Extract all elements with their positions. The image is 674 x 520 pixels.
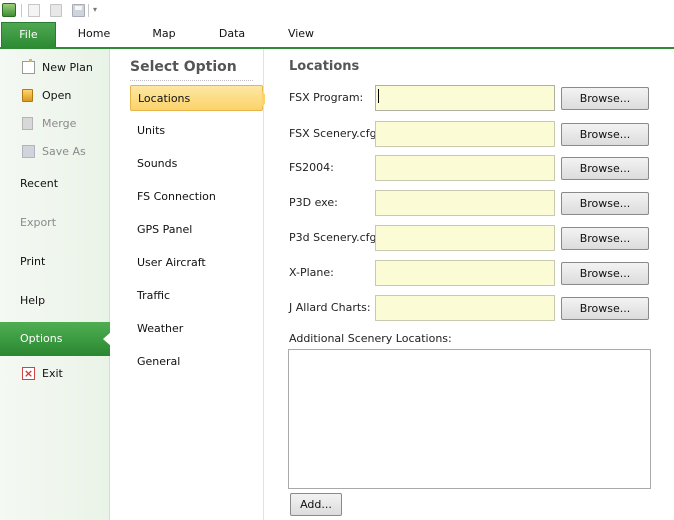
option-gps-panel[interactable]: GPS Panel (130, 217, 263, 243)
fsx-program-label: FSX Program: (289, 91, 364, 104)
panel-title: Locations (289, 59, 360, 74)
p3d-exe-browse-button[interactable]: Browse... (561, 192, 649, 215)
j-allard-charts-row: J Allard Charts: Browse... (289, 295, 659, 321)
options-button[interactable]: Options (0, 322, 111, 356)
x-plane-browse-button[interactable]: Browse... (561, 262, 649, 285)
add-button[interactable]: Add... (290, 493, 342, 516)
fsx-scenery-label: FSX Scenery.cfg: (289, 127, 381, 140)
backstage-menu: New Plan Open Merge Save As Recent Expor… (0, 49, 111, 520)
option-user-aircraft[interactable]: User Aircraft (130, 250, 263, 276)
option-traffic[interactable]: Traffic (130, 283, 263, 309)
tab-view[interactable]: View (284, 22, 318, 48)
print-label: Print (20, 255, 46, 268)
merge-icon (22, 117, 33, 130)
j-allard-charts-label: J Allard Charts: (289, 301, 371, 314)
new-plan-button[interactable]: New Plan (0, 55, 110, 81)
open-button[interactable]: Open (0, 83, 110, 109)
fsx-program-row: FSX Program: Browse... (289, 85, 659, 111)
j-allard-charts-field[interactable] (375, 295, 555, 321)
option-sounds[interactable]: Sounds (130, 151, 263, 177)
open-folder-icon (22, 89, 33, 102)
tab-home[interactable]: Home (74, 22, 114, 48)
new-plan-label: New Plan (42, 61, 93, 74)
export-label: Export (20, 216, 57, 229)
open-label: Open (42, 89, 72, 102)
p3d-scenery-label: P3d Scenery.cfg: (289, 231, 381, 244)
locations-panel: Locations FSX Program: Browse... FSX Sce… (265, 49, 674, 520)
merge-button[interactable]: Merge (0, 111, 110, 137)
save-as-label: Save As (42, 145, 86, 158)
exit-button[interactable]: × Exit (0, 361, 110, 387)
app-logo-icon (2, 3, 16, 17)
help-button[interactable]: Help (0, 288, 110, 314)
additional-scenery-label: Additional Scenery Locations: (289, 332, 452, 345)
quick-access-toolbar: ▾ (0, 0, 674, 22)
recent-label: Recent (20, 177, 59, 190)
ribbon-tabs: File Home Map Data View (0, 22, 674, 49)
help-label: Help (20, 294, 46, 307)
divider (130, 80, 253, 81)
toolbar-separator (88, 4, 89, 17)
text-cursor (378, 89, 379, 103)
print-button[interactable]: Print (0, 249, 110, 275)
save-as-button[interactable]: Save As (0, 139, 110, 165)
tab-file[interactable]: File (1, 22, 56, 48)
select-option-panel: Select Option Locations Units Sounds FS … (111, 49, 269, 520)
customize-toolbar-chevron-down-icon[interactable]: ▾ (93, 6, 101, 14)
fs2004-browse-button[interactable]: Browse... (561, 157, 649, 180)
p3d-scenery-browse-button[interactable]: Browse... (561, 227, 649, 250)
save-as-icon (22, 145, 35, 158)
options-label: Options (20, 332, 63, 345)
close-icon: × (22, 367, 35, 380)
p3d-exe-row: P3D exe: Browse... (289, 190, 659, 216)
option-general[interactable]: General (130, 349, 263, 375)
open-icon[interactable] (50, 4, 62, 17)
fs2004-field[interactable] (375, 155, 555, 181)
j-allard-charts-browse-button[interactable]: Browse... (561, 297, 649, 320)
export-button[interactable]: Export (0, 210, 110, 236)
new-document-icon[interactable] (28, 4, 40, 17)
fs2004-label: FS2004: (289, 161, 334, 174)
fsx-program-field[interactable] (375, 85, 555, 111)
fsx-program-browse-button[interactable]: Browse... (561, 87, 649, 110)
p3d-scenery-field[interactable] (375, 225, 555, 251)
select-option-title: Select Option (130, 59, 237, 75)
fs2004-row: FS2004: Browse... (289, 155, 659, 181)
save-icon[interactable] (72, 4, 85, 17)
additional-scenery-list[interactable] (288, 349, 651, 489)
fsx-scenery-browse-button[interactable]: Browse... (561, 123, 649, 146)
exit-label: Exit (42, 367, 63, 380)
recent-button[interactable]: Recent (0, 171, 110, 197)
tab-map[interactable]: Map (148, 22, 180, 48)
option-locations[interactable]: Locations (130, 85, 269, 111)
x-plane-field[interactable] (375, 260, 555, 286)
option-weather[interactable]: Weather (130, 316, 263, 342)
tab-data[interactable]: Data (215, 22, 249, 48)
p3d-exe-field[interactable] (375, 190, 555, 216)
toolbar-separator (21, 4, 22, 17)
fsx-scenery-row: FSX Scenery.cfg: Browse... (289, 121, 659, 147)
new-plan-icon (22, 59, 35, 74)
merge-label: Merge (42, 117, 77, 130)
option-fs-connection[interactable]: FS Connection (130, 184, 263, 210)
x-plane-label: X-Plane: (289, 266, 334, 279)
p3d-exe-label: P3D exe: (289, 196, 338, 209)
p3d-scenery-row: P3d Scenery.cfg: Browse... (289, 225, 659, 251)
option-units[interactable]: Units (130, 118, 263, 144)
fsx-scenery-field[interactable] (375, 121, 555, 147)
x-plane-row: X-Plane: Browse... (289, 260, 659, 286)
